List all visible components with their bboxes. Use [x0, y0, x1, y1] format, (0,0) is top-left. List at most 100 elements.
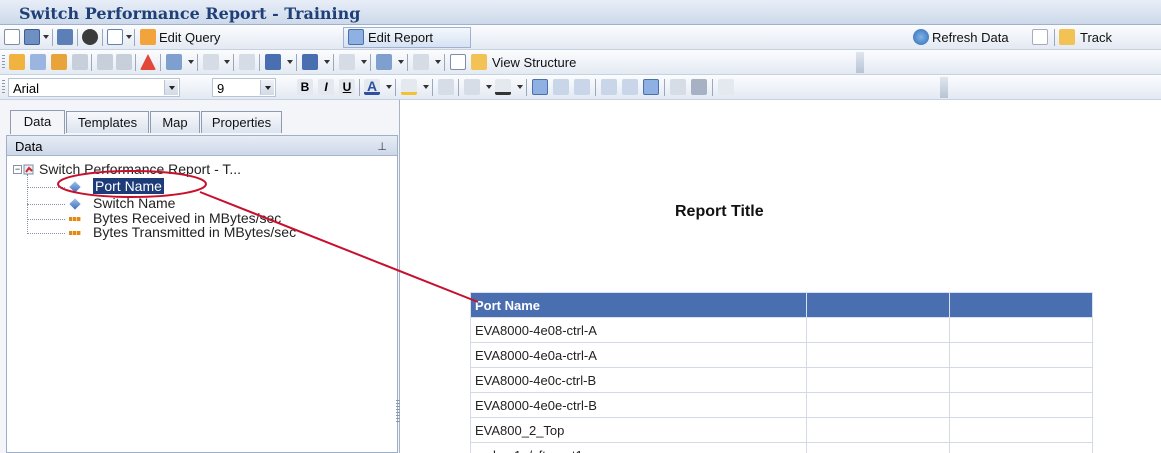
ranking-icon[interactable]	[302, 54, 318, 70]
purge-icon[interactable]	[1032, 29, 1048, 45]
report-title[interactable]: Report Title	[675, 203, 764, 221]
font-color-dropdown-icon[interactable]	[386, 85, 392, 89]
toolbar-grip[interactable]	[2, 55, 5, 70]
formula-icon[interactable]	[30, 54, 46, 70]
document-icon[interactable]	[450, 54, 466, 70]
table-cell[interactable]	[806, 367, 950, 393]
fill-color-dropdown-icon[interactable]	[423, 85, 429, 89]
table-cell[interactable]	[949, 317, 1093, 343]
border-color-dropdown-icon[interactable]	[517, 85, 523, 89]
print-icon[interactable]	[57, 29, 73, 45]
table-cell[interactable]	[806, 417, 950, 443]
insert-table-icon[interactable]	[9, 54, 25, 70]
table-row: EVA800_2_Top	[470, 417, 1093, 443]
align-left-icon[interactable]	[532, 79, 548, 95]
font-size-value: 9	[217, 81, 225, 96]
align-center-icon[interactable]	[553, 79, 569, 95]
splitter-handle[interactable]	[396, 400, 400, 424]
save-dropdown-icon[interactable]	[43, 35, 49, 39]
group-icon[interactable]	[166, 54, 182, 70]
tab-data[interactable]: Data	[10, 110, 65, 134]
view-mode-icon[interactable]	[107, 29, 123, 45]
track-button[interactable]: Track	[1080, 30, 1112, 45]
tree-root-label[interactable]: Switch Performance Report - T...	[39, 161, 241, 177]
fill-color-icon[interactable]	[401, 79, 417, 95]
alerter-icon[interactable]	[140, 54, 156, 70]
table-cell[interactable]: EVA8000-4e08-ctrl-A	[470, 317, 807, 343]
turn-to-dropdown-icon[interactable]	[435, 60, 441, 64]
find-icon[interactable]	[82, 29, 98, 45]
format-brush-icon[interactable]	[718, 79, 734, 95]
tab-properties[interactable]: Properties	[201, 111, 282, 133]
table-cell[interactable]	[949, 392, 1093, 418]
insert-cell-icon[interactable]	[376, 54, 392, 70]
underline-icon[interactable]: U	[339, 79, 355, 95]
edit-query-button[interactable]: Edit Query	[159, 30, 220, 45]
tab-map[interactable]: Map	[150, 111, 200, 133]
pin-icon[interactable]: ⊥	[377, 140, 387, 153]
table-cell[interactable]: mob_c1_/sft_port1	[470, 442, 807, 453]
toolbar-separator	[296, 54, 297, 71]
align-top-icon[interactable]	[601, 79, 617, 95]
table-header-cell[interactable]: Port Name	[470, 292, 807, 318]
font-color-icon[interactable]: A	[364, 79, 380, 95]
tab-templates[interactable]: Templates	[66, 111, 149, 133]
data-panel: Data ⊥ − Switch Performance Report - T..…	[6, 135, 398, 453]
undo-icon[interactable]	[97, 54, 113, 70]
italic-icon[interactable]: I	[318, 79, 334, 95]
save-icon[interactable]	[24, 29, 40, 45]
sort-icon[interactable]	[265, 54, 281, 70]
tree-item-switch-name[interactable]: Switch Name	[93, 195, 175, 211]
tree-item-bytes-transmitted[interactable]: Bytes Transmitted in MBytes/sec	[93, 224, 296, 240]
format-painter-icon[interactable]	[72, 54, 88, 70]
redo-icon[interactable]	[116, 54, 132, 70]
borders-dropdown-icon[interactable]	[486, 85, 492, 89]
break-icon[interactable]	[239, 54, 255, 70]
wrap-text-icon[interactable]	[670, 79, 686, 95]
table-header-cell[interactable]	[806, 292, 950, 318]
table-cell[interactable]	[949, 342, 1093, 368]
font-name-dropdown-icon[interactable]	[164, 80, 178, 95]
calculation-dropdown-icon[interactable]	[361, 60, 367, 64]
align-bottom-icon[interactable]	[643, 79, 659, 95]
table-cell[interactable]	[949, 442, 1093, 453]
table-cell[interactable]: EVA8000-4e0a-ctrl-A	[470, 342, 807, 368]
toolbar-grip[interactable]	[2, 80, 5, 95]
collapse-icon[interactable]: −	[13, 165, 22, 174]
refresh-data-button[interactable]: Refresh Data	[932, 30, 1009, 45]
report-table[interactable]: Port Name EVA8000-4e08-ctrl-A EVA8000-4e…	[470, 292, 1093, 453]
table-cell[interactable]	[806, 392, 950, 418]
merge-cells-icon[interactable]	[691, 79, 707, 95]
ranking-dropdown-icon[interactable]	[324, 60, 330, 64]
insert-cell-dropdown-icon[interactable]	[398, 60, 404, 64]
tree-item-port-name[interactable]: Port Name	[93, 178, 164, 194]
table-header-cell[interactable]	[949, 292, 1093, 318]
font-size-dropdown-icon[interactable]	[260, 80, 274, 95]
borders-icon[interactable]	[464, 79, 480, 95]
font-name-select[interactable]: Arial	[8, 78, 180, 97]
variable-icon[interactable]	[51, 54, 67, 70]
background-image-icon[interactable]	[438, 79, 454, 95]
table-cell[interactable]	[806, 342, 950, 368]
filter-icon[interactable]	[203, 54, 219, 70]
table-cell[interactable]	[949, 417, 1093, 443]
align-right-icon[interactable]	[574, 79, 590, 95]
font-size-select[interactable]: 9	[212, 78, 276, 97]
filter-dropdown-icon[interactable]	[224, 60, 230, 64]
table-cell[interactable]	[806, 317, 950, 343]
table-cell[interactable]: EVA800_2_Top	[470, 417, 807, 443]
table-cell[interactable]	[806, 442, 950, 453]
new-document-icon[interactable]	[4, 29, 20, 45]
view-mode-dropdown-icon[interactable]	[126, 35, 132, 39]
sort-dropdown-icon[interactable]	[287, 60, 293, 64]
turn-to-icon[interactable]	[413, 54, 429, 70]
bold-icon[interactable]: B	[297, 79, 313, 95]
border-color-icon[interactable]	[495, 79, 511, 95]
table-cell[interactable]: EVA8000-4e0e-ctrl-B	[470, 392, 807, 418]
table-cell[interactable]: EVA8000-4e0c-ctrl-B	[470, 367, 807, 393]
group-dropdown-icon[interactable]	[188, 60, 194, 64]
toolbar-separator	[444, 54, 445, 71]
calculation-icon[interactable]	[339, 54, 355, 70]
table-cell[interactable]	[949, 367, 1093, 393]
align-middle-icon[interactable]	[622, 79, 638, 95]
